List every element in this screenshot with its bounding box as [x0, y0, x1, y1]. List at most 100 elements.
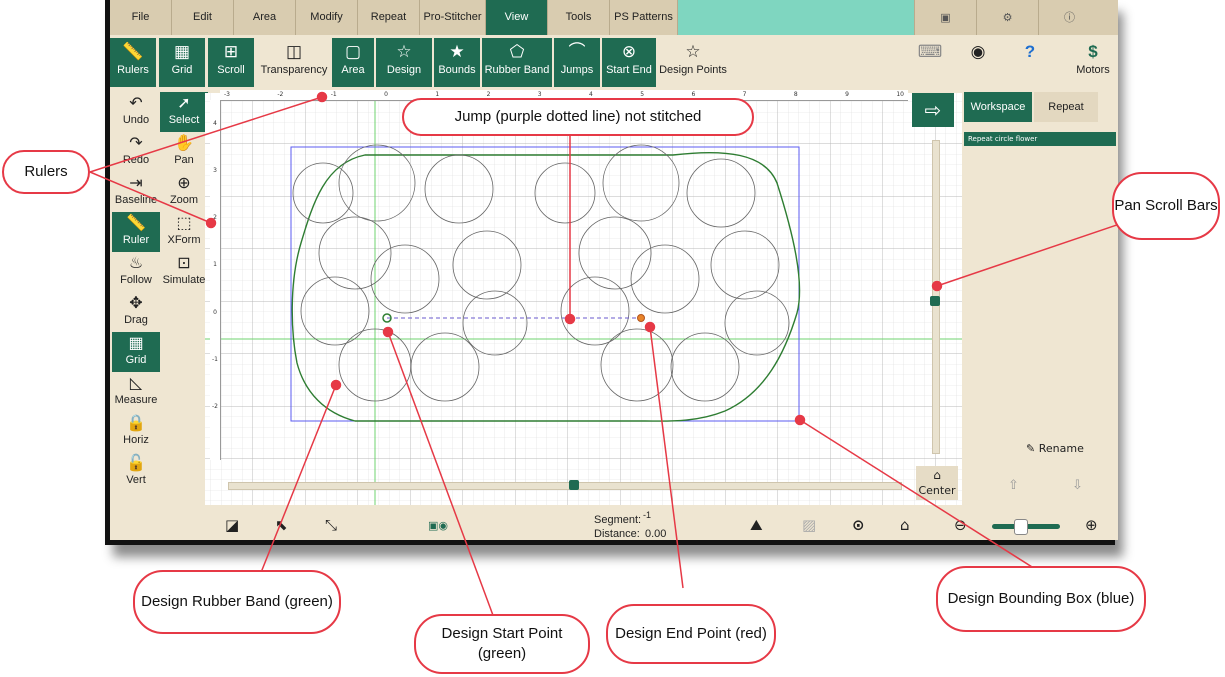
lock-icon: 🔒 — [126, 415, 146, 432]
ruler-tick: -1 — [330, 91, 337, 98]
menu-repeat[interactable]: Repeat — [358, 0, 420, 35]
expand-panel-button[interactable]: ⇨ — [912, 93, 954, 127]
drag-button[interactable]: ✥ Drag — [112, 292, 160, 332]
motors-icon: $ — [1088, 42, 1098, 61]
zoom-in-icon[interactable]: ⊕ — [1085, 516, 1098, 534]
callout-rulers: Rulers — [2, 150, 90, 194]
distance-value: 0.00 — [645, 528, 667, 540]
area-button[interactable]: ▢ Area — [332, 38, 374, 87]
fit-design-icon[interactable]: ⛰ — [750, 516, 763, 534]
arrow-right-icon: ⇨ — [924, 98, 942, 122]
menu-bar: File Edit Area Modify Repeat Pro-Stitche… — [110, 0, 1118, 35]
design-points-button[interactable]: ☆ Design Points — [658, 38, 728, 87]
grid-tool-button[interactable]: ▦ Grid — [112, 332, 160, 372]
settings-icon[interactable]: ⚙ — [976, 0, 1038, 35]
select-near-icon[interactable]: ⬉ — [275, 516, 288, 534]
vertical-pan-scrollbar[interactable] — [930, 140, 940, 454]
menu-modify[interactable]: Modify — [296, 0, 358, 35]
help-button[interactable]: ? — [1010, 38, 1050, 87]
jumps-button[interactable]: ⌒ Jumps — [554, 38, 600, 87]
menu-tools[interactable]: Tools — [548, 0, 610, 35]
undo-button[interactable]: ↶ Undo — [112, 92, 160, 132]
rulers-button[interactable]: 📏 Rulers — [110, 38, 156, 87]
measure-button[interactable]: ◺ Measure — [112, 372, 160, 412]
menu-file[interactable]: File — [110, 0, 172, 35]
keyboard-icon: ⌨ — [917, 42, 943, 61]
follow-icon: ♨ — [128, 255, 144, 272]
info-icon[interactable]: ⓘ — [1038, 0, 1100, 35]
design-points-icon: ☆ — [685, 42, 701, 61]
ruler-tool-button[interactable]: 📏 Ruler — [112, 212, 160, 252]
menu-edit[interactable]: Edit — [172, 0, 234, 35]
rubber-band-button[interactable]: ⬠ Rubber Band — [482, 38, 552, 87]
zoom-actual-icon[interactable]: ⊙ — [852, 516, 865, 534]
ruler-tick: 10 — [896, 91, 904, 98]
start-end-icon: ⊗ — [621, 42, 637, 61]
grid-tool-icon: ▦ — [128, 335, 144, 352]
ruler-tick: 8 — [793, 91, 798, 98]
scroll-button[interactable]: ⊞ Scroll — [208, 38, 254, 87]
zoom-button[interactable]: ⊕ Zoom — [160, 172, 208, 212]
design-canvas[interactable] — [205, 93, 962, 505]
select-far-icon[interactable]: ⤡ — [325, 516, 337, 534]
horiz-lock-button[interactable]: 🔒 Horiz — [112, 412, 160, 452]
start-end-button[interactable]: ⊗ Start End — [602, 38, 656, 87]
list-item[interactable]: Repeat circle flower — [964, 132, 1116, 146]
baseline-button[interactable]: ⇥ Baseline — [112, 172, 160, 212]
bounds-star-icon: ★ — [449, 42, 465, 61]
grid-button[interactable]: ▦ Grid — [159, 38, 205, 87]
center-button[interactable]: ⌂ Center — [916, 466, 958, 500]
xform-icon: ⬚ — [176, 215, 192, 232]
xform-button[interactable]: ⬚ XForm — [160, 212, 208, 252]
distance-label: Distance: — [594, 528, 640, 540]
scroll-icon: ⊞ — [223, 42, 239, 61]
bounds-button[interactable]: ★ Bounds — [434, 38, 480, 87]
redo-button[interactable]: ↷ Redo — [112, 132, 160, 172]
connection-status-icon: ▣◉ — [428, 519, 448, 532]
motors-button[interactable]: $ Motors — [1068, 38, 1118, 87]
undo-icon: ↶ — [129, 95, 143, 112]
select-all-icon[interactable]: ◪ — [225, 516, 239, 534]
callout-jump: Jump (purple dotted line) not stitched — [402, 98, 754, 136]
wifi-button[interactable]: ◉ — [958, 38, 998, 87]
horizontal-scroll-thumb[interactable] — [569, 480, 579, 490]
horizontal-pan-scrollbar[interactable] — [228, 480, 902, 490]
wifi-icon: ◉ — [970, 42, 986, 61]
fit-image-icon[interactable]: ▨ — [802, 516, 816, 534]
design-button[interactable]: ☆ Design — [376, 38, 432, 87]
select-button[interactable]: ➚ Select — [160, 92, 208, 132]
menu-pro-stitcher[interactable]: Pro-Stitcher — [420, 0, 486, 35]
segment-label: Segment: — [594, 514, 642, 526]
home-view-icon[interactable]: ⌂ — [900, 516, 910, 534]
tab-workspace[interactable]: Workspace — [964, 92, 1032, 122]
rubber-band-icon: ⬠ — [509, 42, 525, 61]
zoom-slider-thumb[interactable] — [1014, 519, 1028, 535]
zoom-slider[interactable] — [992, 519, 1060, 535]
ruler-tick: -2 — [277, 91, 284, 98]
menu-ps-patterns[interactable]: PS Patterns — [610, 0, 678, 35]
pencil-icon: ✎ — [1026, 442, 1039, 455]
vertical-scroll-thumb[interactable] — [930, 296, 940, 306]
view-toolbar: 📏 Rulers ▦ Grid ⊞ Scroll ◫ Transparency … — [110, 35, 1118, 88]
rename-button[interactable]: ✎ Rename — [1026, 442, 1084, 455]
menu-view[interactable]: View — [486, 0, 548, 35]
status-bar: ◪ ⬉ ⤡ ▣◉ Segment: -1 Distance: 0.00 ⛰ ▨ … — [110, 510, 1118, 540]
follow-button[interactable]: ♨ Follow — [112, 252, 160, 292]
ruler-tick: 2 — [213, 214, 217, 222]
vert-lock-button[interactable]: 🔓 Vert — [112, 452, 160, 492]
right-panel: Workspace Repeat Repeat circle flower ✎ … — [962, 88, 1118, 510]
callout-end-point: Design End Point (red) — [606, 604, 776, 664]
tab-repeat[interactable]: Repeat — [1034, 92, 1098, 122]
callout-pan-scroll-bars: Pan Scroll Bars — [1112, 172, 1220, 240]
simulate-button[interactable]: ⊡ Simulate — [160, 252, 208, 292]
move-up-icon[interactable]: ⇧ — [1008, 478, 1019, 493]
camera-icon[interactable]: ▣ — [914, 0, 976, 35]
zoom-out-icon[interactable]: ⊖ — [954, 516, 967, 534]
keyboard-button[interactable]: ⌨ — [910, 38, 950, 87]
star-icon: ☆ — [396, 42, 412, 61]
menu-area[interactable]: Area — [234, 0, 296, 35]
pan-button[interactable]: ✋ Pan — [160, 132, 208, 172]
move-down-icon[interactable]: ⇩ — [1072, 478, 1083, 493]
drag-icon: ✥ — [129, 295, 143, 312]
transparency-button[interactable]: ◫ Transparency — [258, 38, 330, 87]
